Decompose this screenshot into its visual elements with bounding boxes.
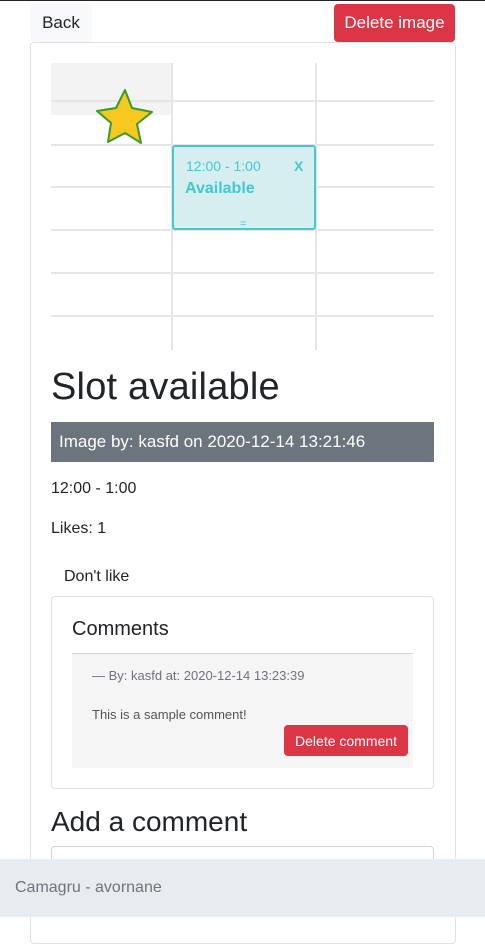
comments-title: Comments bbox=[72, 618, 169, 640]
top-border bbox=[0, 0, 485, 1]
footer: Camagru - avornane bbox=[0, 859, 485, 917]
image-byline: Image by: kasfd on 2020-12-14 13:21:46 bbox=[51, 422, 434, 462]
comment-text: This is a sample comment! bbox=[92, 707, 247, 722]
footer-text: Camagru - avornane bbox=[15, 879, 162, 896]
comment-meta: — By: kasfd at: 2020-12-14 13:23:39 bbox=[92, 668, 305, 683]
slot-handle-icon: = bbox=[240, 218, 246, 230]
add-comment-title: Add a comment bbox=[51, 806, 248, 837]
likes-count: Likes: 1 bbox=[51, 520, 107, 537]
delete-image-button[interactable]: Delete image bbox=[334, 4, 455, 42]
back-button[interactable]: Back bbox=[30, 4, 92, 42]
dont-like-button[interactable]: Don't like bbox=[52, 560, 141, 594]
page-title: Slot available bbox=[51, 366, 280, 408]
delete-comment-button[interactable]: Delete comment bbox=[284, 725, 408, 756]
slot-time: 12:00 - 1:00 bbox=[186, 158, 261, 174]
slot-status: Available bbox=[185, 180, 255, 197]
slot-description: 12:00 - 1:00 bbox=[51, 480, 137, 497]
post-image: 12:00 - 1:00 X Available = bbox=[51, 63, 434, 350]
slot-close-icon: X bbox=[294, 158, 304, 174]
calendar-slot-image: 12:00 - 1:00 X Available = bbox=[51, 63, 434, 350]
